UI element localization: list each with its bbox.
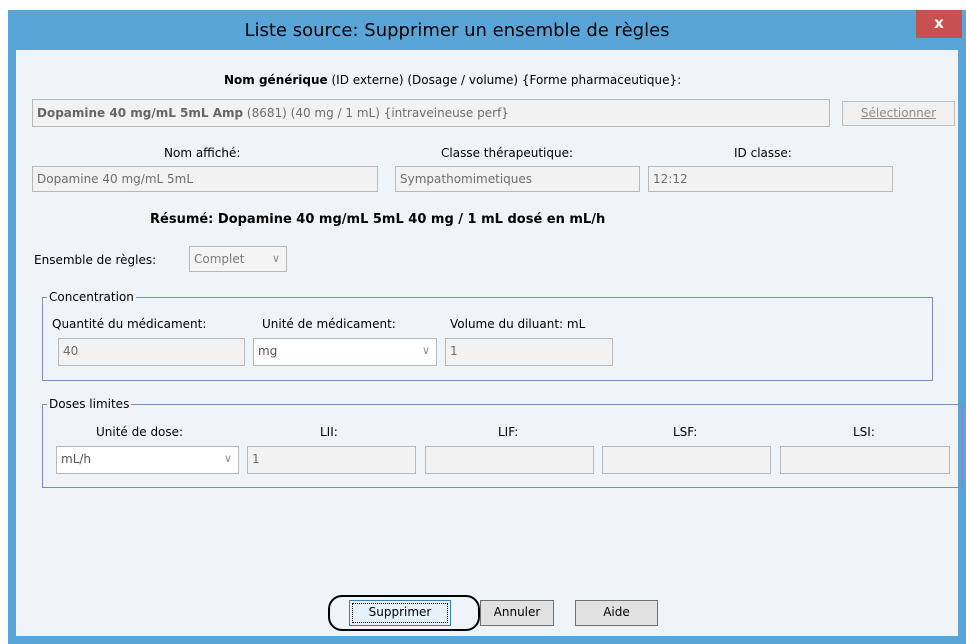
chevron-down-icon: ∨ — [271, 252, 280, 265]
dose-limits-legend: Doses limites — [47, 397, 132, 411]
diluent-volume-label: Volume du diluant: mL — [450, 317, 586, 331]
select-button-label: Sélectionner — [860, 106, 937, 120]
close-button[interactable]: x — [916, 10, 962, 38]
lii-label: LII: — [320, 425, 338, 439]
lsi-field[interactable] — [780, 446, 950, 474]
rule-set-select[interactable]: Complet ∨ — [189, 246, 287, 272]
dose-unit-select[interactable]: mL/h ∨ — [56, 446, 239, 474]
lsf-label: LSF: — [673, 425, 698, 439]
therapeutic-class-field[interactable]: Sympathomimetiques — [395, 166, 640, 192]
rule-set-value: Complet — [194, 252, 245, 266]
lsf-field[interactable] — [602, 446, 771, 474]
class-id-field[interactable]: 12:12 — [648, 166, 893, 192]
concentration-legend: Concentration — [47, 290, 136, 304]
diluent-volume-field[interactable]: 1 — [445, 338, 613, 366]
help-button-label: Aide — [603, 605, 630, 619]
generic-name-field[interactable]: Dopamine 40 mg/mL 5mL Amp (8681) (40 mg … — [32, 99, 830, 127]
select-button[interactable]: Sélectionner — [842, 101, 955, 126]
lif-label: LIF: — [498, 425, 519, 439]
delete-button[interactable]: Supprimer — [349, 600, 451, 626]
dialog-window: Liste source: Supprimer un ensemble de r… — [8, 10, 966, 644]
drug-unit-select[interactable]: mg ∨ — [253, 338, 437, 366]
drug-unit-value: mg — [258, 344, 278, 358]
chevron-down-icon: ∨ — [223, 452, 232, 465]
help-button[interactable]: Aide — [575, 600, 658, 626]
rule-set-label: Ensemble de règles: — [34, 253, 157, 267]
generic-name-value-rest: (8681) (40 mg / 1 mL) {intraveineuse per… — [243, 106, 509, 120]
generic-name-heading-bold: Nom générique — [224, 73, 328, 87]
cancel-button[interactable]: Annuler — [480, 600, 554, 626]
dose-unit-value: mL/h — [61, 452, 92, 466]
display-name-field[interactable]: Dopamine 40 mg/mL 5mL — [32, 166, 378, 192]
generic-name-heading: Nom générique (ID externe) (Dosage / vol… — [224, 73, 681, 87]
drug-amount-field[interactable]: 40 — [58, 338, 245, 366]
generic-name-heading-rest: (ID externe) (Dosage / volume) {Forme ph… — [327, 73, 682, 87]
lsi-label: LSI: — [853, 425, 875, 439]
delete-button-label: Supprimer — [368, 605, 432, 619]
dialog-body: Nom générique (ID externe) (Dosage / vol… — [16, 50, 963, 636]
display-name-label: Nom affiché: — [164, 146, 241, 160]
title-bar: Liste source: Supprimer un ensemble de r… — [8, 10, 966, 50]
summary-text: Résumé: Dopamine 40 mg/mL 5mL 40 mg / 1 … — [150, 212, 606, 227]
lii-field[interactable]: 1 — [247, 446, 416, 474]
class-id-label: ID classe: — [734, 146, 792, 160]
drug-unit-label: Unité de médicament: — [262, 317, 396, 331]
generic-name-value-bold: Dopamine 40 mg/mL 5mL Amp — [37, 106, 244, 120]
drug-amount-label: Quantité du médicament: — [52, 317, 207, 331]
chevron-down-icon: ∨ — [421, 344, 430, 357]
dialog-title: Liste source: Supprimer un ensemble de r… — [244, 20, 670, 41]
lif-field[interactable] — [425, 446, 594, 474]
therapeutic-class-label: Classe thérapeutique: — [441, 146, 574, 160]
cancel-button-label: Annuler — [493, 605, 541, 619]
dose-unit-label: Unité de dose: — [96, 425, 184, 439]
